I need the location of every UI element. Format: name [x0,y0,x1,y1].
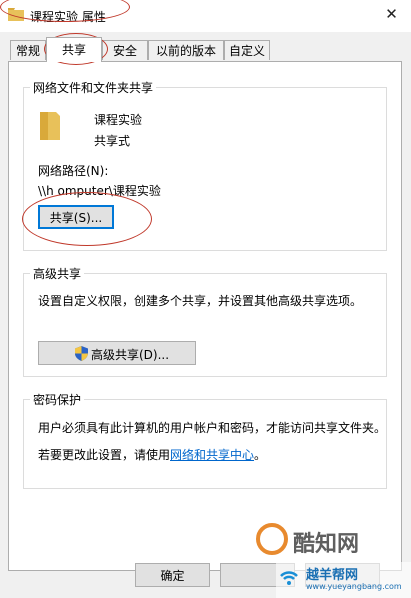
network-sharing-center-link[interactable]: 网络和共享中心 [170,448,254,462]
tab-sharing[interactable]: 共享 [46,37,102,62]
watermark-site-url: www.yueyangbang.com [306,582,402,591]
folder-icon [8,8,24,21]
sharing-panel: 网络文件和文件夹共享 课程实验 共享式 网络路径(N): \\h omputer… [8,61,402,571]
change-setting-suffix: 。 [254,448,267,462]
window-title: 课程实验 属性 [30,10,106,24]
advanced-share-group: 高级共享 设置自定义权限，创建多个共享，并设置其他高级共享选项。 高级共享(D)… [23,265,387,377]
wifi-icon [280,571,298,585]
advanced-share-description: 设置自定义权限，创建多个共享，并设置其他高级共享选项。 [38,294,363,308]
tab-customize[interactable]: 自定义 [224,40,270,60]
advanced-share-button[interactable]: 高级共享(D)... [38,341,196,365]
password-protection-title: 密码保护 [30,391,85,408]
watermark-brand: 酷知网 [293,532,360,557]
share-button[interactable]: 共享(S)... [38,205,114,229]
watermark-site: 越羊帮网 www.yueyangbang.com [276,562,411,598]
watermark-logo: 酷知网 [255,520,365,560]
change-setting-prefix: 若要更改此设置，请使用 [38,448,171,462]
password-protection-description: 用户必须具有此计算机的用户帐户和密码，才能访问共享文件夹。 [38,421,387,435]
network-share-group: 网络文件和文件夹共享 课程实验 共享式 网络路径(N): \\h omputer… [23,79,387,251]
network-share-title: 网络文件和文件夹共享 [30,79,157,96]
change-setting-text: 若要更改此设置，请使用网络和共享中心。 [38,446,266,463]
close-button[interactable]: ✕ [372,0,411,28]
network-path-label: 网络路径(N): [38,164,109,178]
advanced-share-button-label: 高级共享(D)... [91,348,170,362]
folder-name: 课程实验 [94,113,143,127]
network-path-value: \\h omputer\课程实验 [38,184,161,198]
tab-security[interactable]: 安全 [102,40,148,60]
uac-shield-icon [75,346,88,361]
watermark-site-name: 越羊帮网 [306,568,359,583]
share-status: 共享式 [94,134,131,148]
shared-folder-icon [40,112,60,140]
title-bar: 课程实验 属性 ✕ [0,0,411,32]
tab-previous-versions[interactable]: 以前的版本 [148,40,224,60]
password-protection-group: 密码保护 用户必须具有此计算机的用户帐户和密码，才能访问共享文件夹。 若要更改此… [23,391,387,489]
advanced-share-title: 高级共享 [30,265,85,282]
watermark-logo-icon [256,523,288,555]
ok-button[interactable]: 确定 [135,563,210,587]
tab-general[interactable]: 常规 [10,40,46,60]
